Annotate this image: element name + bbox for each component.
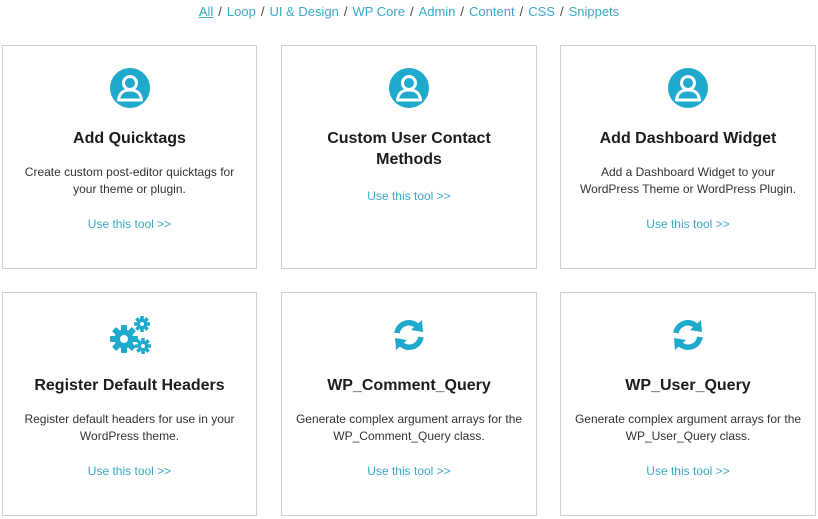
card-title: Custom User Contact Methods	[327, 130, 491, 168]
filter-separator: /	[260, 4, 265, 19]
filter-separator: /	[460, 4, 465, 19]
filter-css[interactable]: CSS	[528, 4, 555, 19]
filter-separator: /	[218, 4, 222, 19]
card-description: Generate complex argument arrays for the…	[295, 412, 523, 443]
tool-card-wp-comment-query: WP_Comment_Query Generate complex argume…	[281, 292, 537, 516]
card-description: Add a Dashboard Widget to your WordPress…	[579, 165, 797, 196]
user-icon	[561, 68, 815, 113]
card-title: Add Quicktags	[73, 130, 186, 147]
card-description: Create custom post-editor quicktags for …	[24, 165, 235, 196]
card-title: WP_User_Query	[625, 377, 751, 394]
filter-snippets[interactable]: Snippets	[569, 4, 620, 19]
use-tool-link[interactable]: Use this tool >>	[561, 464, 815, 478]
use-tool-link[interactable]: Use this tool >>	[282, 464, 536, 478]
card-title: WP_Comment_Query	[327, 377, 491, 394]
filter-separator: /	[559, 4, 564, 19]
use-tool-link[interactable]: Use this tool >>	[3, 464, 256, 478]
tool-card-custom-user-contact-methods: Custom User Contact Methods Use this too…	[281, 45, 537, 269]
tool-card-wp-user-query: WP_User_Query Generate complex argument …	[560, 292, 816, 516]
user-icon	[3, 68, 256, 113]
filter-separator: /	[519, 4, 524, 19]
tool-card-register-default-headers: Register Default Headers Register defaul…	[2, 292, 257, 516]
tool-card-add-dashboard-widget: Add Dashboard Widget Add a Dashboard Wid…	[560, 45, 816, 269]
card-title: Register Default Headers	[34, 377, 225, 394]
filter-ui-design[interactable]: UI & Design	[269, 4, 338, 19]
category-filter-bar: All / Loop / UI & Design / WP Core / Admin / Conte…	[0, 3, 818, 21]
card-description: Register default headers for use in your…	[24, 412, 235, 443]
use-tool-link[interactable]: Use this tool >>	[561, 217, 815, 231]
card-title: Add Dashboard Widget	[599, 130, 777, 147]
filter-content[interactable]: Content	[469, 4, 515, 19]
use-tool-link[interactable]: Use this tool >>	[282, 189, 536, 203]
filter-all[interactable]: All	[199, 4, 213, 19]
filter-admin[interactable]: Admin	[419, 4, 456, 19]
gears-icon	[3, 315, 256, 360]
filter-wp-core[interactable]: WP Core	[352, 4, 405, 19]
tool-card-add-quicktags: Add Quicktags Create custom post-editor …	[2, 45, 257, 269]
filter-separator: /	[409, 4, 414, 19]
card-description: Generate complex argument arrays for the…	[574, 412, 802, 443]
filter-separator: /	[343, 4, 348, 19]
filter-loop[interactable]: Loop	[227, 4, 256, 19]
refresh-icon	[561, 317, 815, 358]
user-icon	[282, 68, 536, 113]
refresh-icon	[282, 317, 536, 358]
use-tool-link[interactable]: Use this tool >>	[3, 217, 256, 231]
